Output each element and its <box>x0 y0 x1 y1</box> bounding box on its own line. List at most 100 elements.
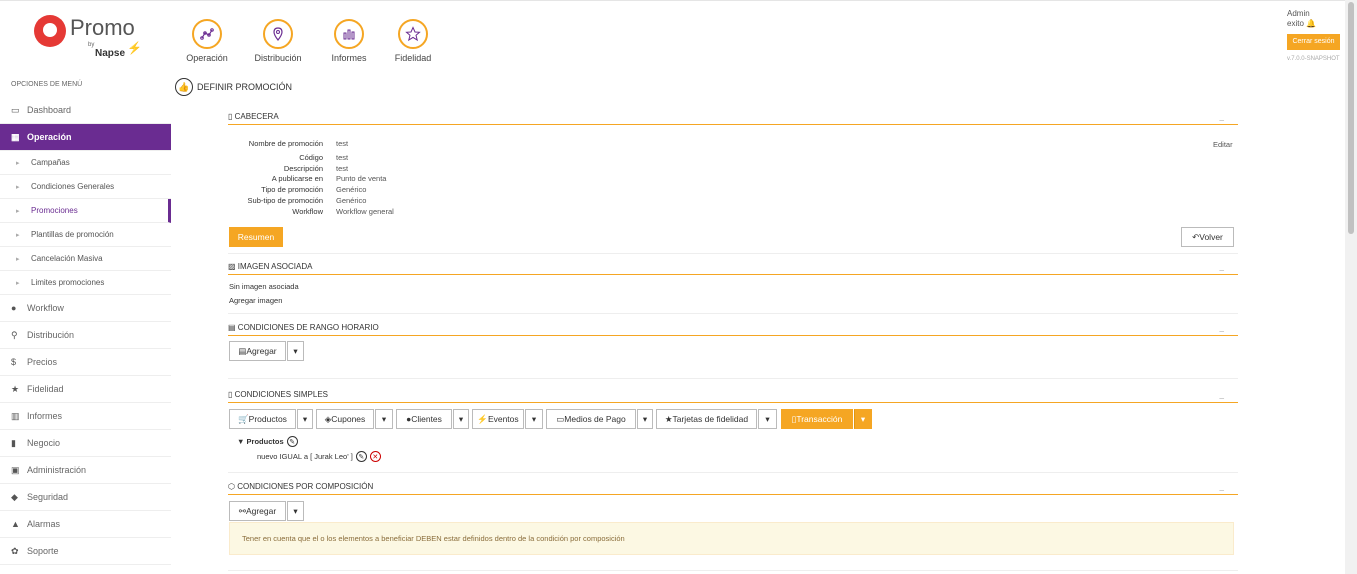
eventos-button[interactable]: ⚡ Eventos <box>472 409 524 429</box>
sidebar-item-label: Soporte <box>27 546 59 556</box>
sidebar-item-negocio[interactable]: ▮ Negocio <box>0 430 171 457</box>
sidebar-sub-condiciones-generales[interactable]: ▸ Condiciones Generales <box>0 175 171 199</box>
tarjetas-fidelidad-dropdown[interactable]: ▾ <box>758 409 777 429</box>
module-label: Fidelidad <box>394 53 432 63</box>
sidebar-item-fidelidad[interactable]: ★ Fidelidad <box>0 376 171 403</box>
sidebar-item-label: Plantillas de promoción <box>31 230 114 239</box>
module-informes[interactable]: Informes <box>314 19 384 63</box>
bell-icon: ▲ <box>11 519 20 529</box>
brand-by: by <box>88 42 95 48</box>
module-fidelidad[interactable]: Fidelidad <box>378 19 448 63</box>
sidebar-item-label: Workflow <box>27 303 64 313</box>
section-header-composicion[interactable]: ⬡ CONDICIONES POR COMPOSICIÓN _ <box>228 482 1238 495</box>
field-label: Sub-tipo de promoción <box>247 195 323 205</box>
sidebar-item-distribucion[interactable]: ⚲ Distribución <box>0 322 171 349</box>
field-label: Workflow <box>292 206 323 216</box>
sidebar-item-seguridad[interactable]: ◆ Seguridad <box>0 484 171 511</box>
sidebar-item-administracion[interactable]: ▣ Administración <box>0 457 171 484</box>
composicion-add-button[interactable]: ⚯ Agregar <box>229 501 286 521</box>
map-pin-icon <box>263 19 293 49</box>
sidebar-item-dashboard[interactable]: ▭ Dashboard <box>0 97 171 124</box>
resumen-button[interactable]: Resumen <box>229 227 283 247</box>
tarjetas-fidelidad-button[interactable]: ★ Tarjetas de fidelidad <box>656 409 757 429</box>
rango-add-button[interactable]: ▤ Agregar <box>229 341 286 361</box>
eventos-dropdown[interactable]: ▾ <box>525 409 543 429</box>
section-header-imagen[interactable]: ▨ IMAGEN ASOCIADA _ <box>228 262 1238 275</box>
volver-button[interactable]: ↶ Volver <box>1181 227 1234 247</box>
sidebar-item-alarmas[interactable]: ▲ Alarmas <box>0 511 171 538</box>
module-label: Distribución <box>254 53 302 63</box>
productos-group[interactable]: ▼ Productos ✎ <box>237 436 298 447</box>
group-title: Productos <box>246 437 284 446</box>
sidebar-item-label: Negocio <box>27 438 61 448</box>
sidebar-item-informes[interactable]: ▥ Informes <box>0 403 171 430</box>
sidebar-sub-cancelacion[interactable]: ▸ Cancelación Masiva <box>0 247 171 271</box>
edit-icon[interactable]: ✎ <box>355 451 367 462</box>
field-value: test <box>336 163 349 173</box>
caret-down-icon: ▼ <box>237 437 245 446</box>
field-value: test <box>336 152 349 162</box>
field-label: Tipo de promoción <box>261 185 323 195</box>
promo-logo[interactable]: Promo by Napse ⚡ <box>34 15 144 61</box>
question-icon: ● <box>11 303 17 313</box>
field-row: Tipo de promoción Genérico <box>228 185 448 196</box>
section-title: CONDICIONES DE RANGO HORARIO <box>237 323 379 332</box>
sidebar-sub-promociones[interactable]: ▸ Promociones <box>0 199 171 223</box>
collapse-icon[interactable]: _ <box>1220 112 1224 121</box>
collapse-icon[interactable]: _ <box>1220 262 1224 271</box>
rule-text: nuevo IGUAL a [ Jurak Leo' ] <box>257 452 353 461</box>
sidebar-sub-campanas[interactable]: ▸ Campañas <box>0 151 171 175</box>
edit-icon[interactable]: ✎ <box>286 436 298 447</box>
logout-button[interactable]: Cerrar sesión <box>1287 34 1340 50</box>
sidebar-item-operacion[interactable]: ▦ Operación <box>0 124 171 151</box>
rango-add-dropdown[interactable]: ▾ <box>287 341 304 361</box>
caret-down-icon: ▾ <box>293 505 298 516</box>
transaccion-button[interactable]: ▯ Transacción <box>781 409 853 429</box>
sidebar-item-soporte[interactable]: ✿ Soporte <box>0 538 171 565</box>
module-operacion[interactable]: Operación <box>172 19 242 63</box>
button-label: Cupones <box>331 414 366 424</box>
cupones-dropdown[interactable]: ▾ <box>375 409 393 429</box>
cupones-button[interactable]: ◈ Cupones <box>316 409 374 429</box>
collapse-icon[interactable]: _ <box>1220 323 1224 332</box>
cabecera-fields: Nombre de promoción test Código test Descr… <box>228 139 448 218</box>
caret-right-icon: ▸ <box>16 207 20 215</box>
sidebar-sub-limites[interactable]: ▸ Limites promociones <box>0 271 171 295</box>
button-label: Productos <box>248 414 287 424</box>
add-image-link[interactable]: Agregar imagen <box>229 296 282 305</box>
sidebar-item-label: Administración <box>27 465 87 475</box>
section-header-rango-horario[interactable]: ▤ CONDICIONES DE RANGO HORARIO _ <box>228 323 1238 336</box>
transaccion-dropdown[interactable]: ▾ <box>854 409 872 429</box>
collapse-icon[interactable]: _ <box>1220 390 1224 399</box>
user-status-row: exito 🔔 <box>1287 19 1340 29</box>
delete-icon[interactable]: ✕ <box>369 451 381 462</box>
clientes-button[interactable]: ● Clientes <box>396 409 452 429</box>
sidebar-item-label: Seguridad <box>27 492 69 502</box>
page-scrollbar[interactable] <box>1345 0 1357 574</box>
button-label: Clientes <box>411 414 442 424</box>
sidebar-sub-plantillas[interactable]: ▸ Plantillas de promoción <box>0 223 171 247</box>
section-header-simples[interactable]: ▯ CONDICIONES SIMPLES _ <box>228 390 1238 403</box>
productos-button[interactable]: 🛒 Productos <box>229 409 296 429</box>
sidebar-item-workflow[interactable]: ● Workflow <box>0 295 171 322</box>
medios-pago-button[interactable]: ▭ Medios de Pago <box>546 409 636 429</box>
module-distribucion[interactable]: Distribución <box>243 19 313 63</box>
edit-link[interactable]: Editar <box>1213 140 1233 149</box>
medios-pago-dropdown[interactable]: ▾ <box>637 409 653 429</box>
clientes-dropdown[interactable]: ▾ <box>453 409 469 429</box>
bell-icon[interactable]: 🔔 <box>1306 19 1316 28</box>
collapse-icon[interactable]: _ <box>1220 482 1224 491</box>
bar-chart-icon <box>334 19 364 49</box>
promo-logo-mark <box>34 15 66 47</box>
section-header-cabecera[interactable]: ▯ CABECERA _ <box>228 112 1238 125</box>
image-icon: ▨ <box>228 262 236 271</box>
scrollbar-thumb[interactable] <box>1348 2 1354 234</box>
field-label: Nombre de promoción <box>248 139 323 148</box>
sidebar-item-precios[interactable]: $ Precios <box>0 349 171 376</box>
productos-dropdown[interactable]: ▾ <box>297 409 313 429</box>
file-icon: ▯ <box>228 390 233 399</box>
user-name: Admin <box>1287 9 1310 18</box>
sidebar: OPCIONES DE MENÚ ▭ Dashboard ▦ Operación ▸… <box>0 76 171 574</box>
section-divider <box>228 253 1238 254</box>
composicion-add-dropdown[interactable]: ▾ <box>287 501 304 521</box>
